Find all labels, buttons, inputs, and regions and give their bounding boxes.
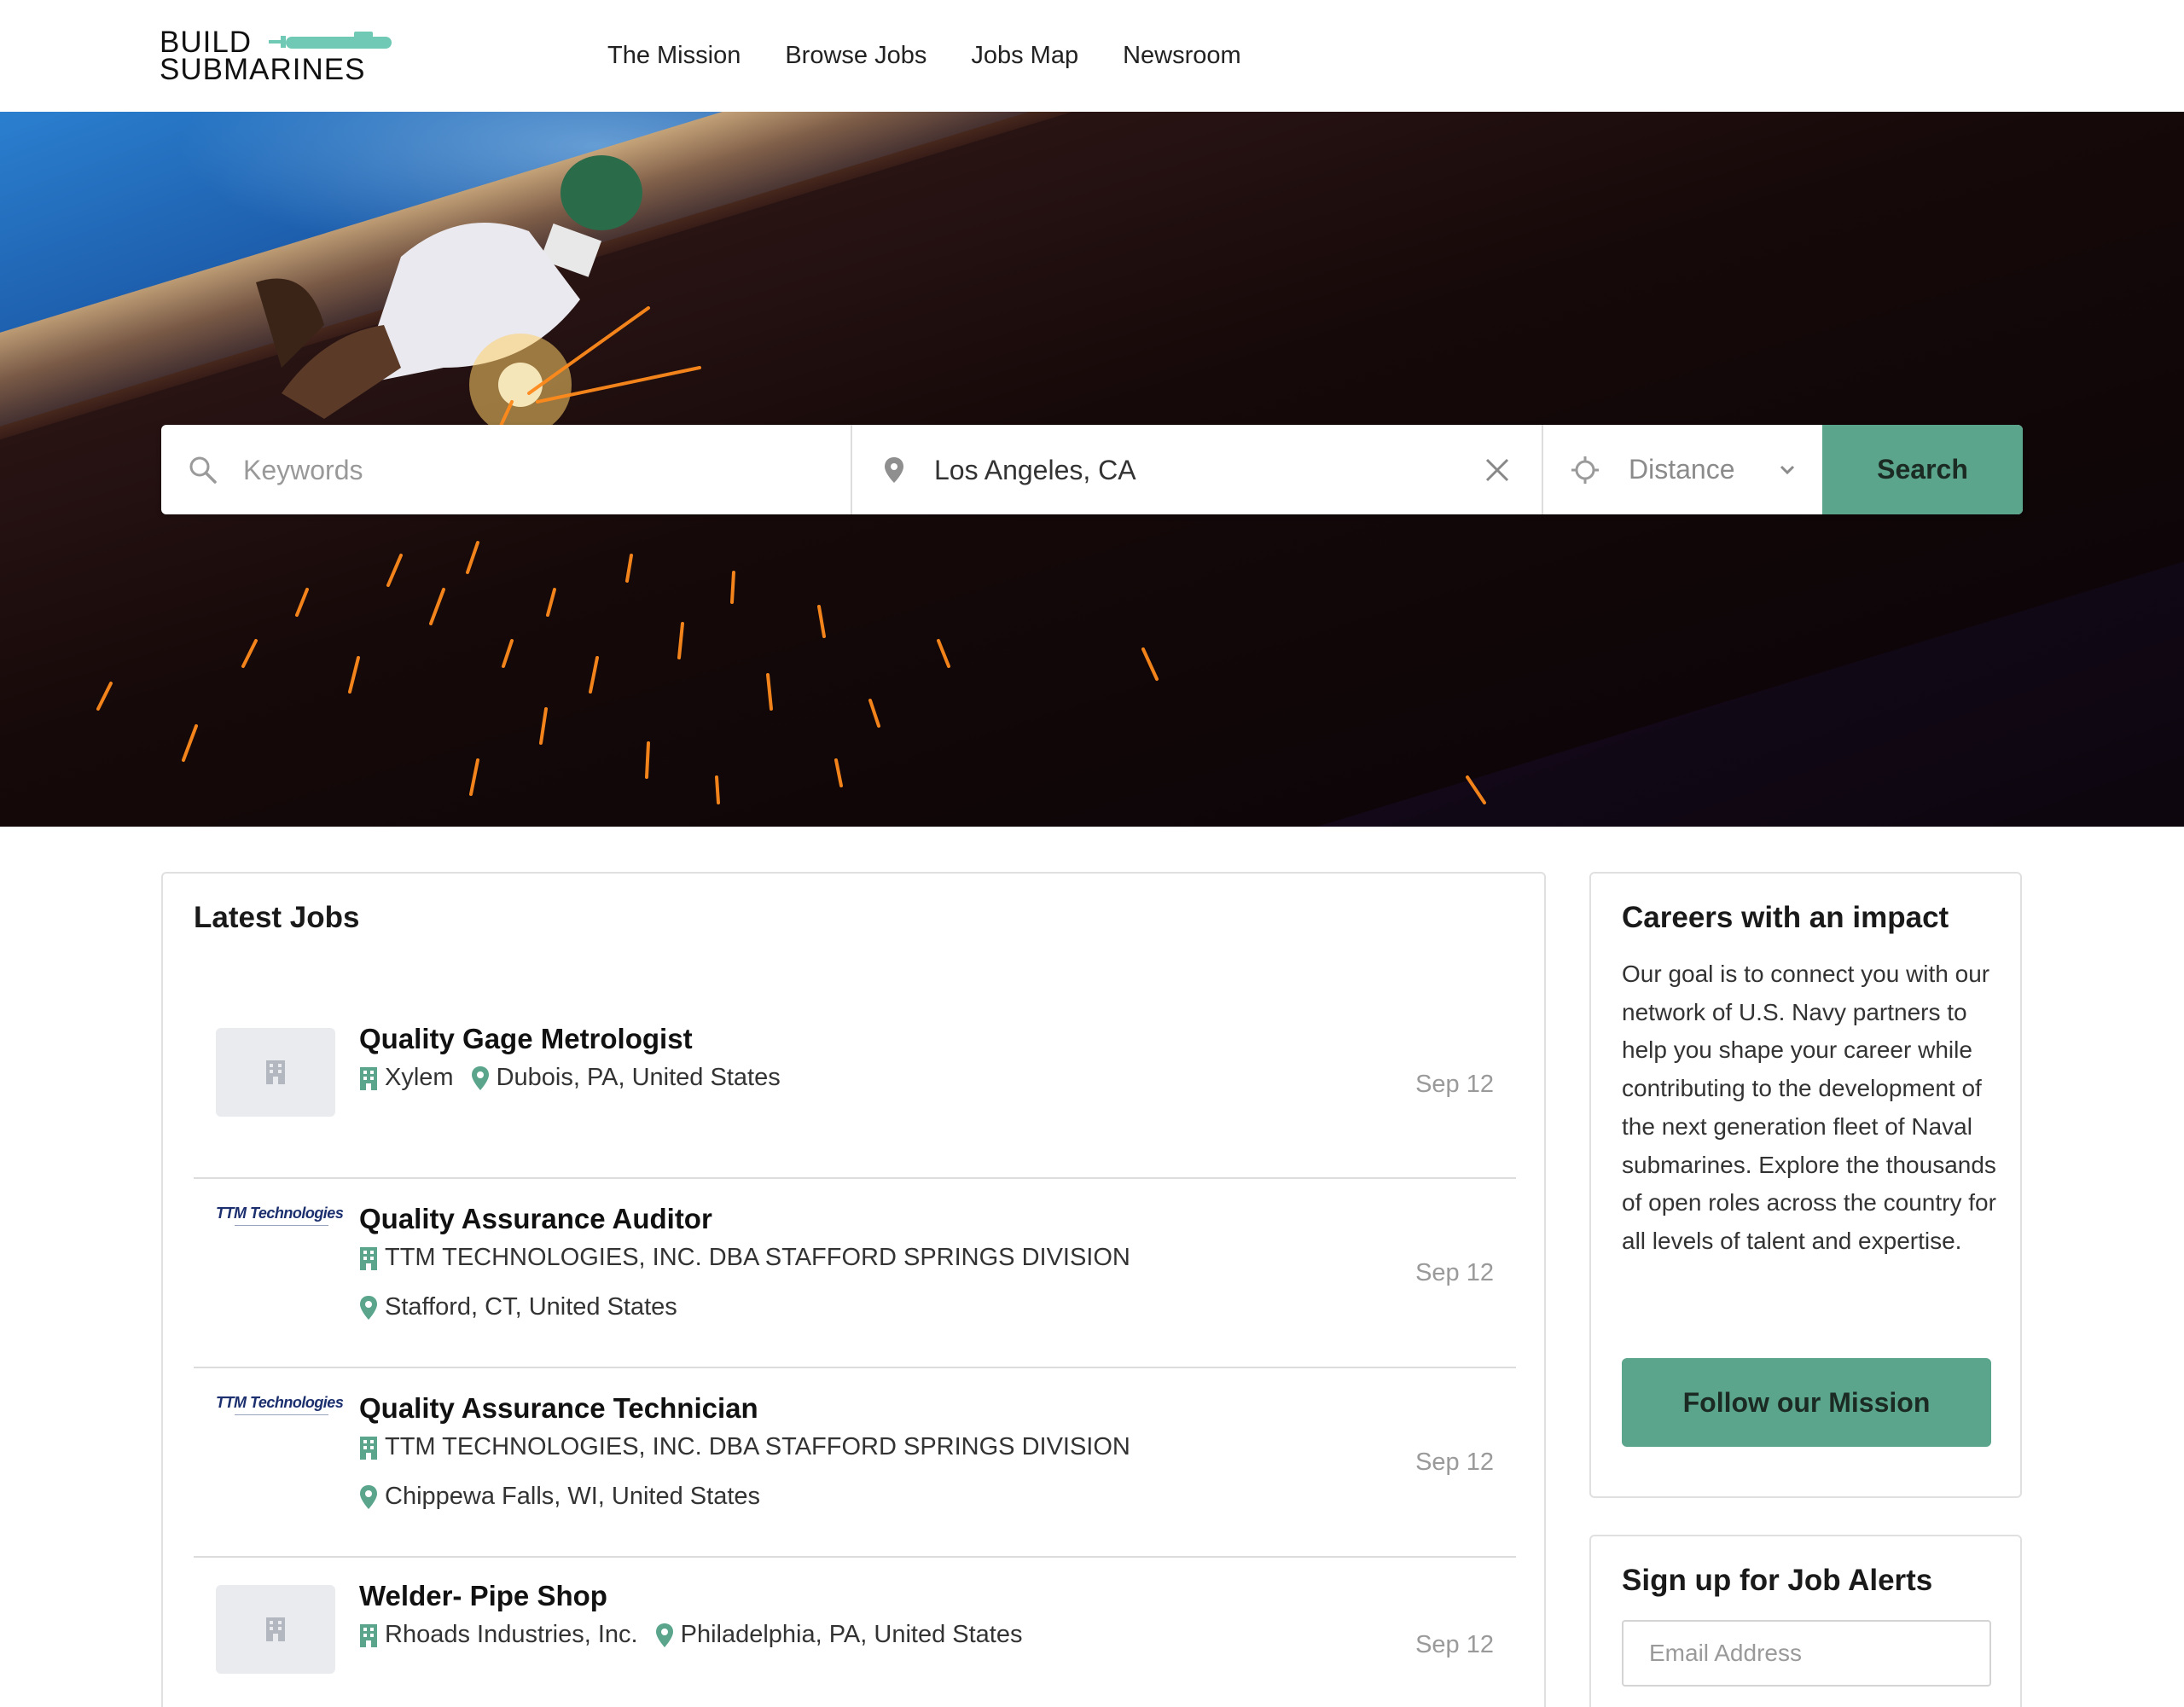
building-icon	[360, 1066, 377, 1090]
job-company: Rhoads Industries, Inc.	[385, 1621, 638, 1648]
job-location: Philadelphia, PA, United States	[680, 1621, 1023, 1648]
logo-line-2: SUBMARINES	[160, 53, 366, 86]
job-company-row: TTM TECHNOLOGIES, INC. DBA STAFFORD SPRI…	[359, 1244, 1130, 1272]
job-date: Sep 12	[1415, 1259, 1494, 1286]
job-meta: Rhoads Industries, Inc. Philadelphia, PA…	[359, 1621, 1022, 1649]
location-input[interactable]	[934, 449, 1489, 491]
job-listing[interactable]: Welder- Pipe Shop Rhoads Industries, Inc…	[194, 1558, 1516, 1707]
job-date: Sep 12	[1415, 1071, 1494, 1098]
keywords-input[interactable]	[243, 449, 798, 491]
clear-location-icon[interactable]	[1484, 456, 1511, 484]
careers-title: Careers with an impact	[1622, 901, 1949, 934]
site-logo[interactable]: BUILD SUBMARINES	[160, 26, 407, 86]
job-date: Sep 12	[1415, 1631, 1494, 1658]
building-icon	[266, 1617, 285, 1641]
company-logo-ttm: TTM Technologies	[216, 1205, 344, 1239]
job-title[interactable]: Quality Assurance Auditor	[359, 1203, 712, 1235]
search-icon	[189, 456, 217, 484]
careers-description: Our goal is to connect you with our netw…	[1622, 961, 1996, 1254]
job-company: TTM TECHNOLOGIES, INC. DBA STAFFORD SPRI…	[385, 1433, 1130, 1460]
job-listing[interactable]: Quality Gage Metrologist Xylem Dubois, P…	[194, 985, 1516, 1179]
search-button[interactable]: Search	[1822, 425, 2023, 514]
keywords-field	[161, 425, 852, 514]
job-title[interactable]: Quality Gage Metrologist	[359, 1023, 693, 1055]
ttm-logo-text: TTM Technologies	[216, 1205, 344, 1222]
follow-mission-button[interactable]: Follow our Mission	[1622, 1358, 1991, 1447]
crosshair-icon	[1571, 456, 1599, 484]
job-location: Chippewa Falls, WI, United States	[385, 1483, 761, 1510]
chevron-down-icon	[1780, 465, 1795, 475]
company-logo-placeholder	[216, 1028, 335, 1117]
main-nav: The Mission Browse Jobs Jobs Map Newsroo…	[607, 34, 1241, 77]
email-address-input[interactable]	[1622, 1620, 1991, 1687]
latest-jobs-panel: Latest Jobs Quality Gage Metrologist Xyl…	[161, 872, 1546, 1707]
careers-impact-card: Careers with an impact Our goal is to co…	[1589, 872, 2022, 1498]
submarine-icon	[269, 32, 392, 49]
job-alerts-card: Sign up for Job Alerts	[1589, 1535, 2022, 1707]
ttm-logo-text: TTM Technologies	[216, 1394, 344, 1411]
job-title[interactable]: Quality Assurance Technician	[359, 1392, 758, 1425]
site-header: BUILD SUBMARINES The Mission Browse Jobs…	[0, 0, 2184, 112]
company-logo-placeholder	[216, 1585, 335, 1674]
job-location-row: Stafford, CT, United States	[359, 1293, 677, 1321]
job-company: TTM TECHNOLOGIES, INC. DBA STAFFORD SPRI…	[385, 1244, 1130, 1271]
building-icon	[266, 1060, 285, 1084]
latest-jobs-title: Latest Jobs	[194, 901, 360, 934]
location-field	[852, 425, 1543, 514]
job-company: Xylem	[385, 1064, 454, 1091]
job-alerts-title: Sign up for Job Alerts	[1622, 1564, 1933, 1597]
job-title[interactable]: Welder- Pipe Shop	[359, 1580, 607, 1612]
location-pin-icon	[655, 1623, 673, 1647]
distance-label: Distance	[1629, 454, 1735, 485]
job-search-bar: Distance Search	[161, 425, 2023, 514]
job-listing[interactable]: TTM Technologies Quality Assurance Techn…	[194, 1368, 1516, 1558]
company-logo-ttm: TTM Technologies	[216, 1394, 344, 1428]
location-pin-icon	[885, 457, 903, 483]
location-pin-icon	[471, 1065, 489, 1090]
building-icon	[360, 1623, 377, 1647]
hero-banner: Distance Search	[0, 112, 2184, 827]
nav-newsroom[interactable]: Newsroom	[1123, 42, 1241, 70]
distance-select[interactable]: Distance	[1543, 425, 1822, 514]
building-icon	[360, 1246, 377, 1270]
job-location: Stafford, CT, United States	[385, 1293, 677, 1321]
nav-jobs-map[interactable]: Jobs Map	[971, 42, 1078, 70]
building-icon	[360, 1436, 377, 1460]
job-date: Sep 12	[1415, 1449, 1494, 1476]
nav-the-mission[interactable]: The Mission	[607, 42, 741, 70]
location-pin-icon	[360, 1484, 377, 1509]
nav-browse-jobs[interactable]: Browse Jobs	[785, 42, 926, 70]
job-meta: Xylem Dubois, PA, United States	[359, 1064, 781, 1092]
job-company-row: TTM TECHNOLOGIES, INC. DBA STAFFORD SPRI…	[359, 1433, 1130, 1461]
job-location: Dubois, PA, United States	[496, 1064, 781, 1091]
job-location-row: Chippewa Falls, WI, United States	[359, 1483, 760, 1511]
location-pin-icon	[360, 1295, 377, 1320]
job-listing[interactable]: TTM Technologies Quality Assurance Audit…	[194, 1179, 1516, 1368]
